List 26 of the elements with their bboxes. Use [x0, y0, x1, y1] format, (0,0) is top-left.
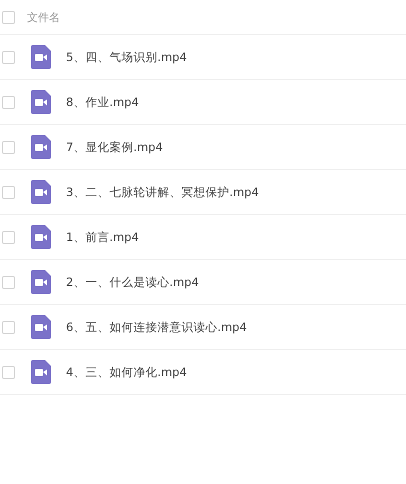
- row-checkbox[interactable]: [2, 276, 15, 288]
- video-file-icon: [31, 90, 51, 114]
- column-header: 文件名: [27, 10, 60, 24]
- video-file-icon: [31, 135, 51, 159]
- file-name[interactable]: 1、前言.mp4: [66, 230, 139, 244]
- video-file-icon: [31, 315, 51, 339]
- row-checkbox[interactable]: [2, 230, 15, 244]
- row-checkbox[interactable]: [2, 96, 15, 108]
- video-file-icon: [31, 225, 51, 249]
- row-checkbox[interactable]: [2, 50, 15, 64]
- file-name[interactable]: 8、作业.mp4: [66, 94, 139, 110]
- video-file-icon: [31, 45, 51, 69]
- video-file-icon: [31, 180, 51, 204]
- select-all-checkbox[interactable]: [2, 10, 15, 24]
- video-file-icon: [31, 270, 51, 294]
- file-name[interactable]: 4、三、如何净化.mp4: [66, 364, 187, 380]
- row-checkbox[interactable]: [2, 320, 15, 334]
- file-name[interactable]: 2、一、什么是读心.mp4: [66, 274, 199, 290]
- row-checkbox[interactable]: [2, 140, 15, 154]
- file-name[interactable]: 3、二、七脉轮讲解、冥想保护.mp4: [66, 184, 259, 200]
- file-name[interactable]: 5、四、气场识别.mp4: [66, 50, 187, 64]
- row-checkbox[interactable]: [2, 186, 15, 198]
- file-name[interactable]: 7、显化案例.mp4: [66, 140, 163, 154]
- video-file-icon: [31, 360, 51, 384]
- file-name[interactable]: 6、五、如何连接潜意识读心.mp4: [66, 320, 247, 334]
- row-checkbox[interactable]: [2, 366, 15, 378]
